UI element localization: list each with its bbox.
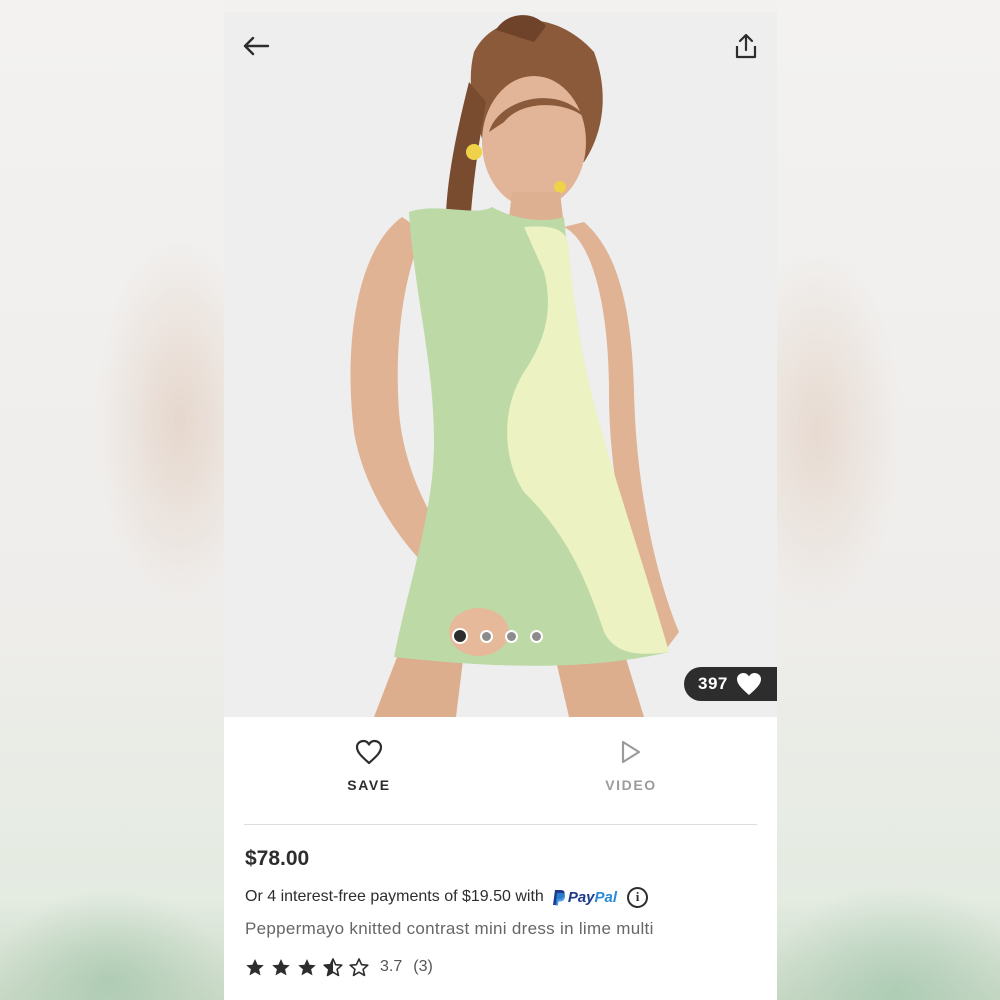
share-icon — [735, 33, 757, 59]
pagination-dot[interactable] — [505, 629, 518, 643]
rating-stars — [245, 957, 369, 977]
likes-badge[interactable]: 397 — [684, 667, 777, 701]
background-blur-left — [0, 0, 224, 1000]
star-half-icon — [323, 957, 343, 976]
video-label: VIDEO — [605, 777, 657, 793]
likes-count: 397 — [698, 674, 728, 693]
product-price: $78.00 — [245, 847, 310, 870]
star-filled-icon — [246, 958, 264, 975]
pagination-dot[interactable] — [530, 629, 543, 643]
video-button[interactable]: VIDEO — [571, 739, 691, 793]
info-icon[interactable]: i — [627, 886, 649, 908]
star-filled-icon — [272, 958, 290, 975]
product-actions: SAVE VIDEO — [244, 717, 757, 825]
product-image-gallery[interactable]: 397 — [224, 12, 777, 717]
star-empty-icon — [349, 957, 369, 976]
paypal-text-pal: Pal — [594, 888, 618, 906]
pagination-dot[interactable] — [480, 629, 493, 643]
pagination-dot-active[interactable] — [452, 628, 468, 644]
installments-text: Or 4 interest-free payments of $19.50 wi… — [245, 888, 544, 905]
heart-outline-icon — [355, 739, 383, 765]
paypal-icon — [552, 889, 565, 905]
back-button[interactable] — [236, 26, 276, 66]
arrow-left-icon — [243, 36, 270, 56]
product-rating[interactable]: 3.7 (3) — [245, 955, 433, 979]
product-screen: 397 SAVE VIDEO $78.00 Or 4 interest-free… — [224, 12, 777, 1000]
share-button[interactable] — [726, 26, 766, 66]
paypal-text-pay: Pay — [567, 888, 595, 906]
installments-info: Or 4 interest-free payments of $19.50 wi… — [245, 885, 649, 909]
heart-filled-icon — [736, 673, 761, 695]
rating-count: (3) — [413, 958, 433, 975]
background-blur-right — [777, 0, 1000, 1000]
save-label: SAVE — [347, 777, 391, 793]
star-filled-icon — [298, 958, 316, 975]
gallery-pagination — [452, 628, 543, 644]
save-button[interactable]: SAVE — [309, 739, 429, 793]
product-name: Peppermayo knitted contrast mini dress i… — [245, 919, 654, 938]
paypal-logo: PayPal — [552, 889, 617, 906]
rating-value: 3.7 — [380, 958, 403, 975]
product-photo — [224, 12, 777, 717]
play-icon — [621, 740, 641, 764]
